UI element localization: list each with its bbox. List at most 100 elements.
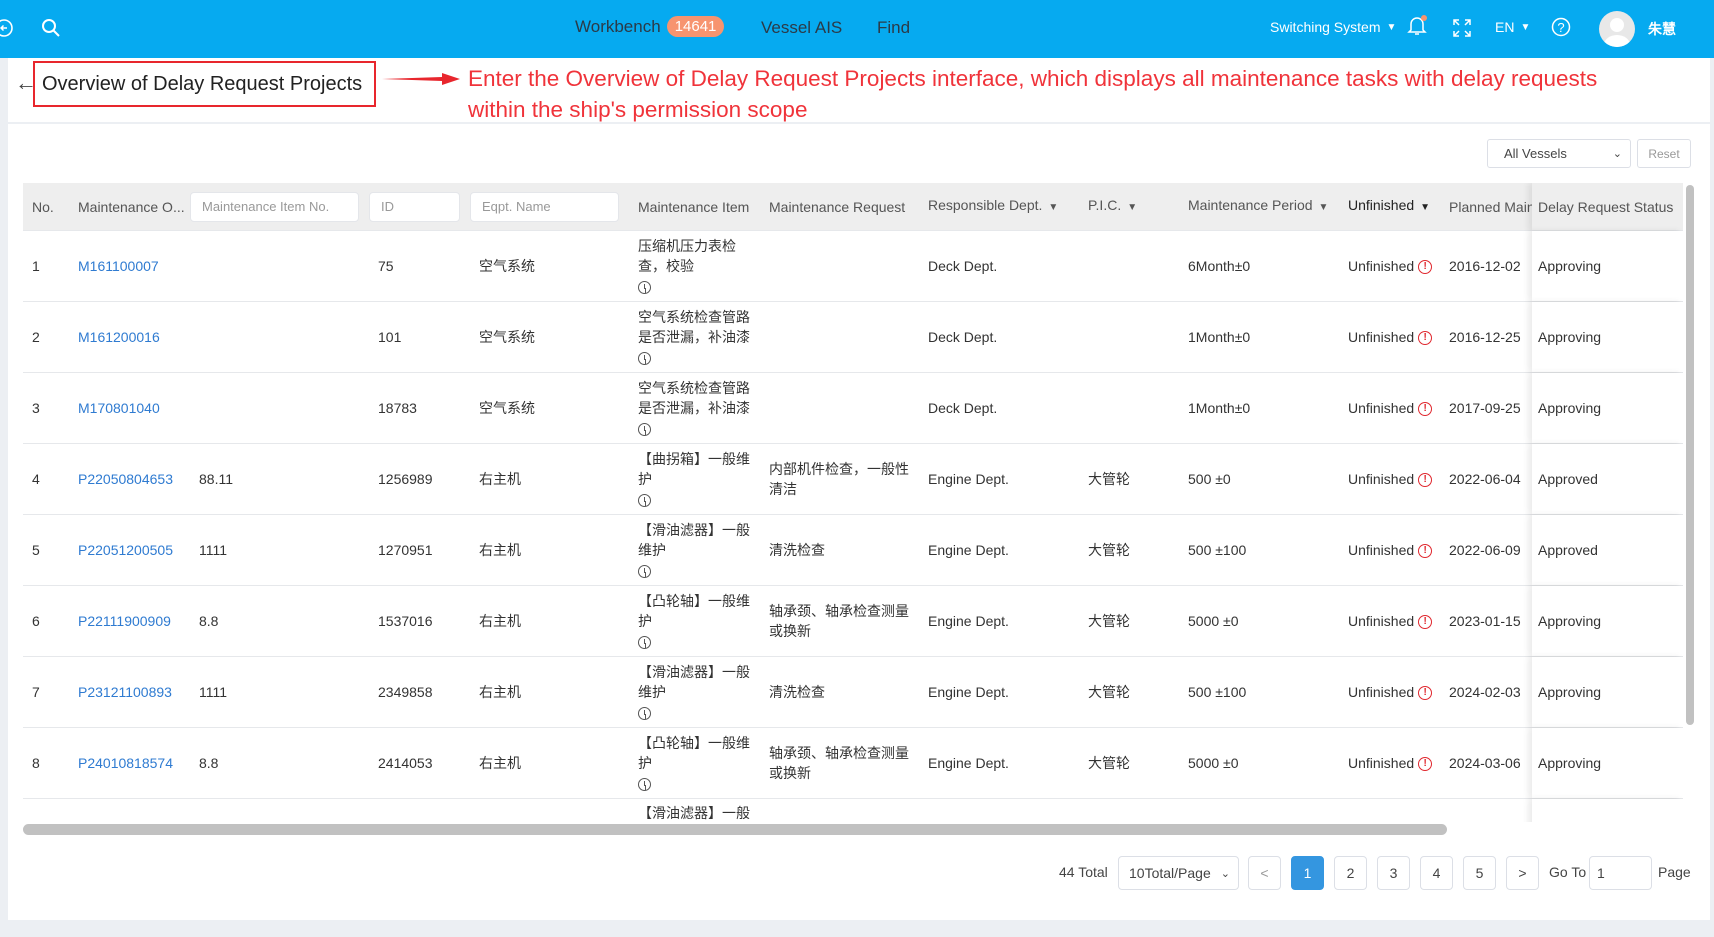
maintenance-order-link[interactable]: M161200016 — [78, 329, 160, 345]
table-row[interactable]: 5 P22051200505 1111 1270951 右主机 【滑油滤器】一般维护 清洗检… — [23, 515, 1683, 586]
language-dropdown[interactable]: EN ▼ — [1495, 19, 1530, 35]
cell-order[interactable]: M161100007 — [69, 256, 190, 276]
col-responsible-dept[interactable]: Responsible Dept. ▼ — [919, 195, 1079, 218]
nav-workbench[interactable]: Workbench 14641 — [575, 16, 725, 37]
id-filter[interactable]: ID — [369, 191, 460, 222]
cell-id-text: 1537016 — [378, 613, 433, 629]
next-page-button[interactable]: > — [1506, 856, 1539, 890]
nav-vessel-ais[interactable]: Vessel AIS — [761, 18, 842, 38]
cell-maintenance-item-text: 【凸轮轴】一般维护 — [638, 593, 750, 629]
cell-id-text: 18783 — [378, 400, 417, 416]
back-circle-icon[interactable] — [0, 18, 16, 38]
clock-icon[interactable] — [638, 777, 651, 791]
clock-icon[interactable] — [638, 706, 651, 720]
help-icon[interactable]: ? — [1551, 17, 1571, 37]
cell-order[interactable]: M170801040 — [69, 398, 190, 418]
cell-status: Unfinished! — [1339, 256, 1440, 276]
nav-find[interactable]: Find — [877, 18, 910, 38]
fullscreen-icon[interactable] — [1453, 19, 1471, 37]
caret-down-icon: ▼ — [1048, 202, 1059, 213]
clock-icon[interactable] — [638, 493, 651, 507]
maintenance-order-link[interactable]: P22050804653 — [78, 471, 173, 487]
page-button-3[interactable]: 3 — [1377, 856, 1410, 890]
bell-icon[interactable] — [1407, 15, 1427, 37]
eqpt-name-filter[interactable]: Eqpt. Name — [470, 191, 619, 222]
switching-system-dropdown[interactable]: Switching System ▼ — [1270, 19, 1396, 35]
cell-order[interactable]: P22050804653 — [69, 469, 190, 489]
cell-delay-status: Approving — [1532, 231, 1683, 301]
table-row[interactable]: 【滑油滤器】一般 — [23, 799, 1683, 822]
maintenance-item-no-filter[interactable]: Maintenance Item No. — [190, 191, 359, 222]
chevron-down-icon: ⌄ — [1220, 867, 1230, 880]
warning-icon[interactable]: ! — [1418, 331, 1433, 346]
prev-page-button[interactable]: < — [1248, 856, 1281, 890]
cell-maintenance-item: 空气系统检查管路是否泄漏，补油漆 — [629, 378, 760, 438]
cell-order[interactable]: M161200016 — [69, 327, 190, 347]
cell-order[interactable]: P23121100893 — [69, 682, 190, 702]
cell-planned: 2016-12-02 — [1440, 256, 1532, 276]
cell-planned: 2022-06-04 — [1440, 469, 1532, 489]
table-row[interactable]: 1 M161100007 75 空气系统 压缩机压力表检查，校验 Deck Dept. 6M… — [23, 231, 1683, 302]
avatar[interactable] — [1599, 11, 1635, 47]
cell-pic-text: 大管轮 — [1088, 471, 1130, 487]
reset-button[interactable]: Reset — [1637, 139, 1691, 168]
warning-icon[interactable]: ! — [1418, 757, 1433, 772]
col-status-filter[interactable]: Unfinished ▼ — [1339, 195, 1440, 218]
clock-icon[interactable] — [638, 564, 651, 578]
table-row[interactable]: 6 P22111900909 8.8 1537016 右主机 【凸轮轴】一般维护 轴承颈、轴… — [23, 586, 1683, 657]
horizontal-scrollbar[interactable] — [23, 824, 1447, 835]
maintenance-order-link[interactable]: P22111900909 — [78, 613, 171, 629]
page-button-5[interactable]: 5 — [1463, 856, 1496, 890]
chevron-down-icon: ⌄ — [1612, 148, 1622, 160]
cell-order[interactable]: P22051200505 — [69, 540, 190, 560]
col-maintenance-period[interactable]: Maintenance Period ▼ — [1179, 195, 1339, 218]
warning-icon[interactable]: ! — [1418, 473, 1433, 488]
caret-down-icon: ▼ — [1318, 202, 1329, 213]
table-row[interactable]: 8 P24010818574 8.8 2414053 右主机 【凸轮轴】一般维护 轴承颈、轴… — [23, 728, 1683, 799]
cell-status-text: Unfinished — [1348, 329, 1415, 345]
search-icon[interactable] — [41, 18, 61, 38]
user-name[interactable]: 朱慧 — [1648, 19, 1676, 39]
table-row[interactable]: 7 P23121100893 1111 2349858 右主机 【滑油滤器】一般维护 清洗检… — [23, 657, 1683, 728]
maintenance-order-link[interactable]: P24010818574 — [78, 755, 173, 771]
cell-delay-status: Approved — [1532, 515, 1683, 585]
maintenance-order-link[interactable]: M170801040 — [78, 400, 160, 416]
page-button-4[interactable]: 4 — [1420, 856, 1453, 890]
table-row[interactable]: 4 P22050804653 88.11 1256989 右主机 【曲拐箱】一般维护 内部机… — [23, 444, 1683, 515]
maintenance-order-link[interactable]: P23121100893 — [78, 684, 172, 700]
page-label: Page — [1658, 864, 1691, 880]
cell-planned-text: 2022-06-04 — [1449, 471, 1521, 487]
warning-icon[interactable]: ! — [1418, 544, 1433, 559]
warning-icon[interactable]: ! — [1418, 260, 1433, 275]
warning-icon[interactable]: ! — [1418, 402, 1433, 417]
cell-no: 2 — [23, 327, 69, 347]
page-button-1[interactable]: 1 — [1291, 856, 1324, 890]
warning-icon[interactable]: ! — [1418, 615, 1433, 630]
clock-icon[interactable] — [638, 422, 651, 436]
vessel-select[interactable]: All Vessels ⌄ — [1487, 139, 1631, 168]
cell-request-text: 轴承颈、轴承检查测量或换新 — [769, 745, 909, 781]
cell-order[interactable]: P22111900909 — [69, 611, 190, 631]
clock-icon[interactable] — [638, 280, 651, 294]
goto-page-input[interactable]: 1 — [1589, 856, 1652, 890]
table-body: 1 M161100007 75 空气系统 压缩机压力表检查，校验 Deck Dept. 6M… — [23, 231, 1683, 822]
cell-item-no: 1111 — [190, 682, 369, 702]
cell-maintenance-item: 【滑油滤器】一般维护 — [629, 662, 760, 722]
maintenance-order-link[interactable]: M161100007 — [78, 258, 159, 274]
cell-period: 5000 ±0 — [1179, 753, 1339, 773]
clock-icon[interactable] — [638, 635, 651, 649]
table-row[interactable]: 2 M161200016 101 空气系统 空气系统检查管路是否泄漏，补油漆 Deck D… — [23, 302, 1683, 373]
vertical-scrollbar[interactable] — [1686, 185, 1694, 725]
cell-order[interactable]: P24010818574 — [69, 753, 190, 773]
col-pic[interactable]: P.I.C. ▼ — [1079, 195, 1179, 218]
cell-period-text: 5000 ±0 — [1188, 755, 1239, 771]
total-count: 44 Total — [1059, 864, 1108, 880]
warning-icon[interactable]: ! — [1418, 686, 1433, 701]
table-row[interactable]: 3 M170801040 18783 空气系统 空气系统检查管路是否泄漏，补油漆 Deck… — [23, 373, 1683, 444]
cell-request: 轴承颈、轴承检查测量或换新 — [760, 743, 919, 783]
cell-eqpt: 空气系统 — [470, 327, 629, 347]
maintenance-order-link[interactable]: P22051200505 — [78, 542, 173, 558]
page-size-select[interactable]: 10Total/Page ⌄ — [1118, 856, 1239, 890]
clock-icon[interactable] — [638, 351, 651, 365]
page-button-2[interactable]: 2 — [1334, 856, 1367, 890]
